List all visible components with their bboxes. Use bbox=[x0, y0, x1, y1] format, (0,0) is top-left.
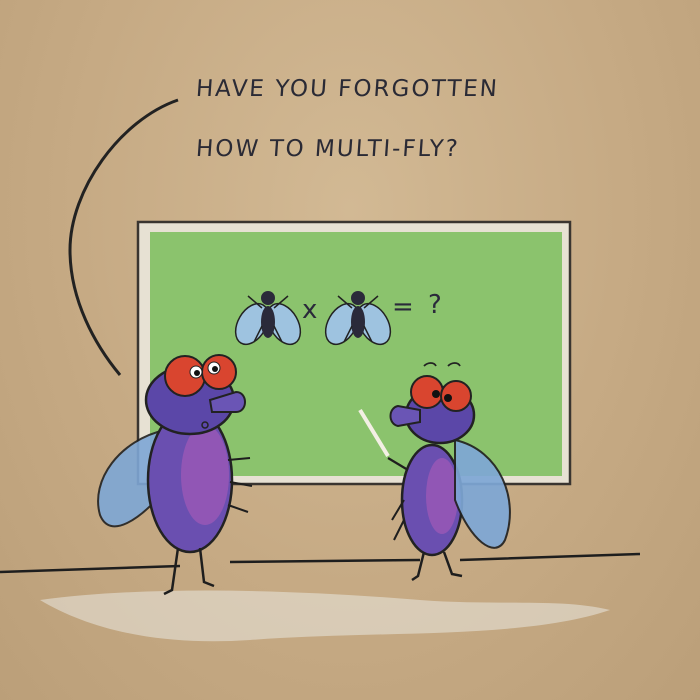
equals-symbol: = bbox=[392, 292, 414, 322]
chalk-smear bbox=[40, 590, 610, 642]
question-mark: ? bbox=[428, 290, 442, 320]
floor-line bbox=[0, 552, 641, 574]
speech-line-2: HOW TO MULTI-FLY? bbox=[195, 136, 461, 162]
illustration-canvas bbox=[0, 98, 641, 642]
times-symbol: x bbox=[302, 295, 318, 325]
cartoon-illustration: HAVE YOU FORGOTTEN HOW TO MULTI-FLY? x =… bbox=[0, 0, 700, 700]
speech-line-1: HAVE YOU FORGOTTEN bbox=[195, 76, 500, 102]
student-fly bbox=[97, 354, 253, 596]
